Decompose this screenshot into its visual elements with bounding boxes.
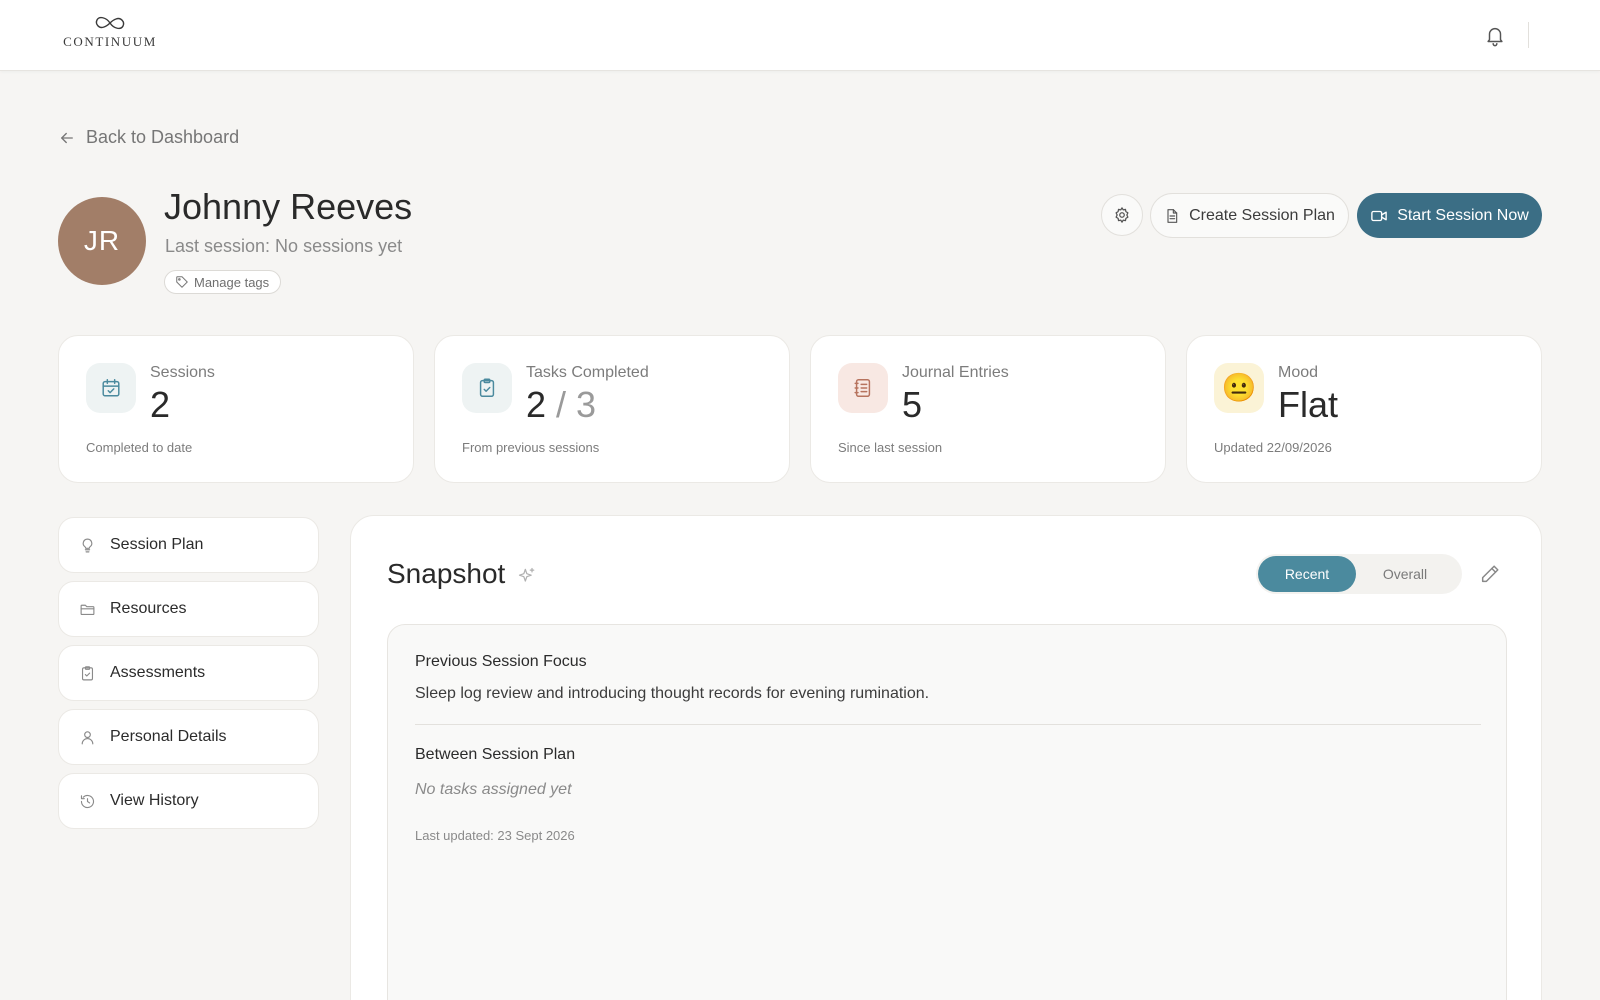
arrow-left-icon [61,132,73,143]
stat-subtext: From previous sessions [462,440,600,455]
sidebar-item-label: View History [110,792,199,809]
snapshot-title: Snapshot [387,558,506,589]
calendar-check-icon [86,363,136,413]
stat-label: Mood [1278,364,1319,381]
video-camera-icon [1371,210,1387,221]
stat-label: Sessions [150,364,215,381]
tasks-stat-card: Tasks Completed 2 / 3 From previous sess… [434,335,790,483]
tasks-completed-count: 2 [526,384,547,425]
tag-icon [176,276,188,288]
sidebar-item-label: Session Plan [110,536,204,553]
create-session-plan-button[interactable]: Create Session Plan [1150,193,1349,238]
sidebar-item-label: Assessments [110,664,206,681]
mood-stat-card: 😐 Mood Flat Updated 22/09/2026 [1186,335,1542,483]
notebook-icon [838,363,888,413]
sparkle-icon [518,567,535,582]
sidebar-item-personal-details[interactable]: Personal Details [58,709,319,765]
neutral-face-icon: 😐 [1214,363,1264,413]
clipboard-icon [81,665,94,680]
stat-label: Journal Entries [902,364,1009,381]
manage-tags-label: Manage tags [194,274,270,290]
last-updated-text: Last updated: 23 Sept 2026 [415,828,575,843]
between-session-plan-text: No tasks assigned yet [415,781,572,798]
lightbulb-icon [82,538,93,552]
top-bar: CONTINUUM [0,0,1600,71]
stat-value: 2 / 3 [526,384,596,426]
back-to-dashboard-link[interactable]: Back to Dashboard [58,127,239,148]
start-session-button[interactable]: Start Session Now [1357,193,1542,238]
sidebar-item-view-history[interactable]: View History [58,773,319,829]
user-icon [81,730,94,744]
settings-button[interactable] [1101,194,1143,236]
sessions-stat-card: Sessions 2 Completed to date [58,335,414,483]
client-name: Johnny Reeves [164,186,413,227]
stat-value: Flat [1278,384,1339,425]
toggle-recent[interactable]: Recent [1258,556,1356,592]
snapshot-view-toggle: Recent Overall [1256,554,1462,594]
sidebar-item-session-plan[interactable]: Session Plan [58,517,319,573]
toggle-overall[interactable]: Overall [1356,556,1454,592]
gear-icon [1115,207,1129,223]
stat-subtext: Completed to date [86,440,193,455]
infinity-logo-icon [95,16,125,30]
folder-icon [80,604,95,615]
stat-label: Tasks Completed [526,364,649,381]
journal-stat-card: Journal Entries 5 Since last session [810,335,1166,483]
manage-tags-button[interactable]: Manage tags [164,270,282,294]
logo[interactable]: CONTINUUM [60,14,160,50]
stat-subtext: Since last session [838,440,943,455]
snapshot-card: Snapshot Recent Overall Previous Session… [350,515,1542,1000]
topbar-divider [1528,22,1529,48]
stat-subtext: Updated 22/09/2026 [1214,440,1332,455]
sidebar-item-label: Resources [110,600,187,617]
sidebar-item-assessments[interactable]: Assessments [58,645,319,701]
sidebar-item-resources[interactable]: Resources [58,581,319,637]
pencil-icon[interactable] [1479,563,1501,585]
previous-focus-heading: Previous Session Focus [415,653,587,670]
between-session-plan-heading: Between Session Plan [415,746,576,763]
stat-value: 2 [150,384,171,425]
clipboard-check-icon [462,363,512,413]
back-link-label: Back to Dashboard [86,127,240,147]
create-session-plan-label: Create Session Plan [1189,206,1335,224]
snapshot-panel: Previous Session Focus Sleep log review … [387,624,1507,1000]
sidebar-item-label: Personal Details [110,728,227,745]
previous-focus-text: Sleep log review and introducing thought… [415,685,930,702]
document-icon [1167,208,1178,223]
avatar: JR [58,197,146,285]
last-session-text: Last session: No sessions yet [165,236,403,256]
start-session-label: Start Session Now [1397,206,1529,224]
section-divider [415,724,1481,725]
stat-value: 5 [902,384,923,425]
tasks-total-count: / 3 [556,384,597,425]
logo-text: CONTINUUM [63,34,157,49]
mood-emoji: 😐 [1221,372,1257,403]
bell-icon[interactable] [1484,24,1506,48]
history-icon [80,794,95,808]
